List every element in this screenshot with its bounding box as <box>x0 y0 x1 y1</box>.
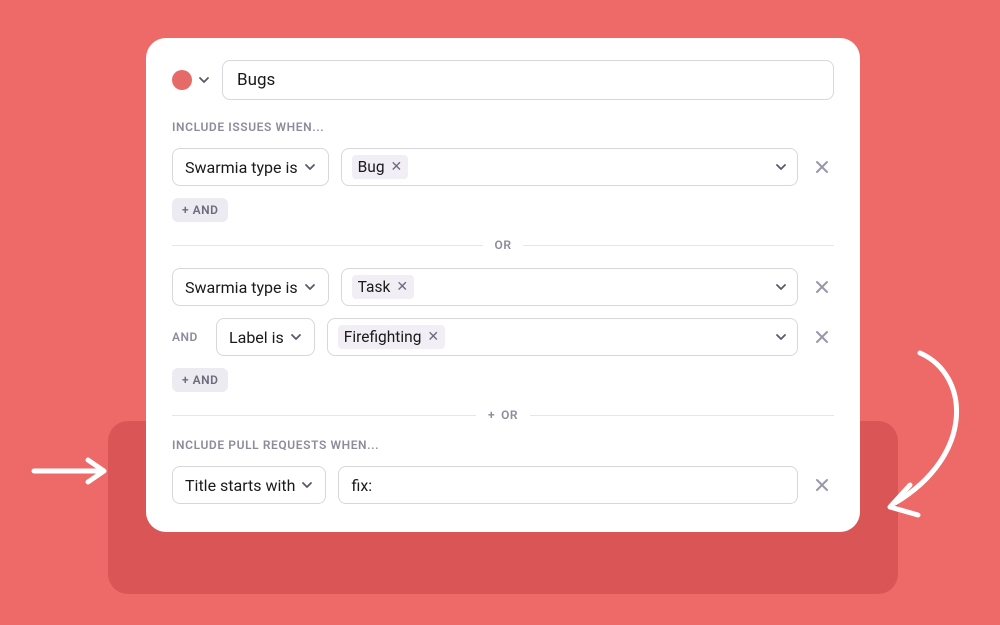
value-dropdown[interactable]: Bug ✕ <box>341 148 798 186</box>
filter-config-card: INCLUDE ISSUES WHEN... Swarmia type is B… <box>146 38 860 532</box>
chip-label: Task <box>358 278 391 296</box>
remove-rule-button[interactable] <box>810 473 834 497</box>
remove-rule-button[interactable] <box>810 275 834 299</box>
field-dropdown[interactable]: Swarmia type is <box>172 148 329 186</box>
arrow-left-icon <box>30 456 110 486</box>
color-picker[interactable] <box>172 70 210 90</box>
or-label: OR <box>495 238 512 252</box>
chip-remove-icon[interactable]: ✕ <box>391 160 403 174</box>
chevron-down-icon <box>304 281 316 293</box>
plus-icon: + <box>488 408 495 422</box>
chevron-down-icon <box>775 281 787 293</box>
chip-remove-icon[interactable]: ✕ <box>427 330 439 344</box>
chevron-down-icon <box>775 161 787 173</box>
value-dropdown[interactable]: Task ✕ <box>341 268 798 306</box>
field-dropdown[interactable]: Title starts with <box>172 466 326 504</box>
field-label: Label is <box>229 328 284 347</box>
chevron-down-icon <box>304 161 316 173</box>
divider-line <box>523 245 834 246</box>
chevron-down-icon <box>301 479 313 491</box>
field-label: Title starts with <box>185 476 295 495</box>
divider-line <box>172 245 483 246</box>
value-chip: Firefighting ✕ <box>338 325 445 349</box>
color-dot-icon <box>172 70 192 90</box>
chip-label: Bug <box>358 158 385 176</box>
chevron-down-icon <box>290 331 302 343</box>
field-label: Swarmia type is <box>185 278 298 297</box>
rule-row: AND Label is Firefighting ✕ <box>172 318 834 356</box>
field-dropdown[interactable]: Label is <box>216 318 315 356</box>
remove-rule-button[interactable] <box>810 155 834 179</box>
plus-or-divider: + OR <box>172 408 834 422</box>
divider-line <box>172 415 476 416</box>
section-label-issues: INCLUDE ISSUES WHEN... <box>172 120 834 134</box>
divider-line <box>530 415 834 416</box>
chevron-down-icon <box>775 331 787 343</box>
add-and-button[interactable]: + AND <box>172 198 228 222</box>
rule-row: Title starts with <box>172 466 834 504</box>
rule-row: Swarmia type is Bug ✕ <box>172 148 834 186</box>
chip-remove-icon[interactable]: ✕ <box>396 280 408 294</box>
remove-rule-button[interactable] <box>810 325 834 349</box>
field-label: Swarmia type is <box>185 158 298 177</box>
section-label-prs: INCLUDE PULL REQUESTS WHEN... <box>172 438 834 452</box>
or-divider: OR <box>172 238 834 252</box>
value-chip: Task ✕ <box>352 275 414 299</box>
field-dropdown[interactable]: Swarmia type is <box>172 268 329 306</box>
header-row <box>172 60 834 100</box>
and-prefix-label: AND <box>172 330 204 344</box>
category-title-input[interactable] <box>222 60 834 100</box>
plus-or-button[interactable]: + OR <box>488 408 518 422</box>
rule-row: Swarmia type is Task ✕ <box>172 268 834 306</box>
chip-label: Firefighting <box>344 328 422 346</box>
value-dropdown[interactable]: Firefighting ✕ <box>327 318 798 356</box>
value-chip: Bug ✕ <box>352 155 409 179</box>
arrow-curve-icon <box>870 345 980 525</box>
or-label: OR <box>501 408 518 422</box>
value-text-input[interactable] <box>338 466 798 504</box>
chevron-down-icon <box>198 74 210 86</box>
add-and-button[interactable]: + AND <box>172 368 228 392</box>
